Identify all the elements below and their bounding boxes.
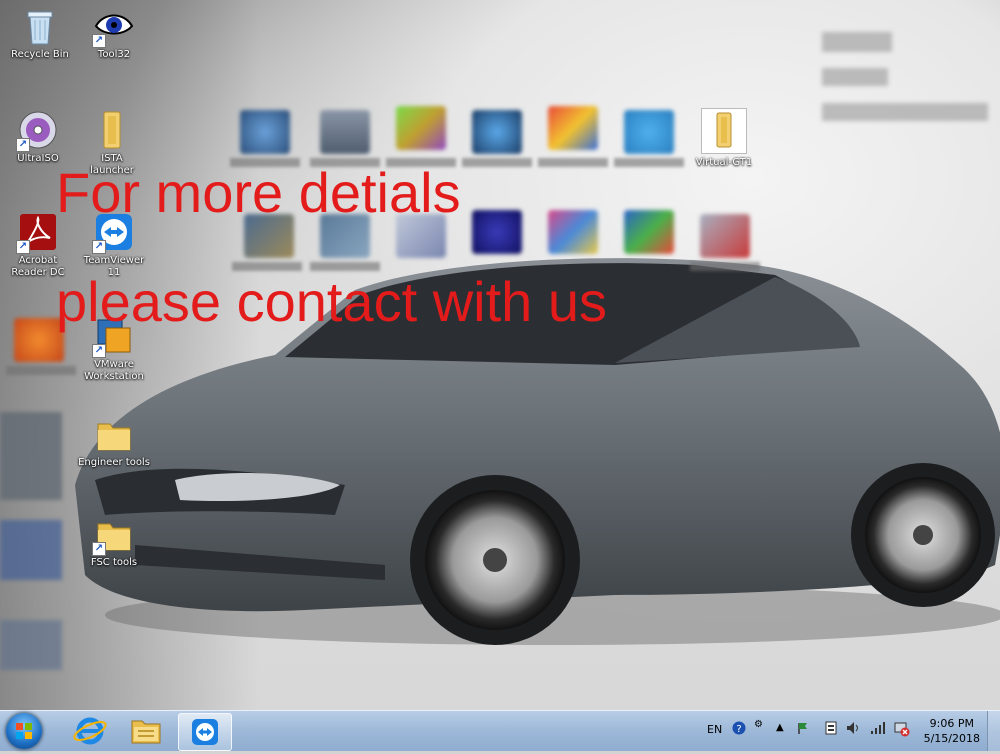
ultraiso-icon-item[interactable]: ↗ UltraISO xyxy=(2,110,74,165)
svg-text:?: ? xyxy=(736,724,741,735)
blurred-icon xyxy=(0,412,62,500)
virtual-gt1-icon-item[interactable]: Virtual-GT1 xyxy=(688,108,760,169)
blurred-icon xyxy=(472,210,522,254)
desktop: Recycle Bin ↗ Tool32 ↗ UltraISO ISTA lau… xyxy=(0,0,1000,710)
blurred-icon xyxy=(700,214,750,258)
volume-icon[interactable] xyxy=(846,721,862,738)
internet-explorer-icon xyxy=(73,717,107,745)
blurred-text xyxy=(822,32,892,52)
help-icon[interactable]: ? xyxy=(732,721,746,738)
blurred-text xyxy=(822,103,988,121)
settings-icon[interactable]: ⚙ xyxy=(754,719,763,730)
clock-time: 9:06 PM xyxy=(929,717,974,730)
watermark-line-1: For more detials xyxy=(56,161,461,224)
blurred-label xyxy=(614,158,684,167)
shortcut-arrow-icon: ↗ xyxy=(16,240,30,254)
vmware-label: VMware Workstation xyxy=(84,359,144,382)
shortcut-arrow-icon: ↗ xyxy=(92,34,106,48)
folder-icon: ↗ xyxy=(92,514,134,556)
blurred-icon xyxy=(472,110,522,154)
blurred-icon xyxy=(320,110,370,154)
blurred-text xyxy=(822,68,888,86)
blurred-icon xyxy=(0,520,62,580)
network-disconnected-icon[interactable] xyxy=(894,721,910,740)
taskbar-internet-explorer[interactable] xyxy=(64,713,116,749)
shortcut-arrow-icon: ↗ xyxy=(92,344,106,358)
acrobat-icon: ↗ xyxy=(16,212,58,254)
teamviewer-icon xyxy=(192,719,218,745)
taskbar-teamviewer[interactable] xyxy=(178,713,232,751)
blurred-icon xyxy=(548,106,598,150)
fsc-tools-icon-item[interactable]: ↗ FSC tools xyxy=(78,514,150,569)
taskbar: EN ? ⚙ ▲ 9:06 PM 5/15/2018 xyxy=(0,710,1000,751)
blurred-icon xyxy=(624,110,674,154)
clock[interactable]: 9:06 PM 5/15/2018 xyxy=(924,716,980,746)
shortcut-arrow-icon: ↗ xyxy=(16,138,30,152)
engineer-tools-icon-item[interactable]: Engineer tools xyxy=(78,414,150,469)
blurred-label xyxy=(6,366,76,375)
fsc-tools-label: FSC tools xyxy=(90,557,138,568)
virtual-gt1-label: Virtual-GT1 xyxy=(695,157,753,168)
eye-icon: ↗ xyxy=(92,6,134,48)
flag-icon[interactable] xyxy=(796,721,810,738)
blurred-icon xyxy=(240,110,290,154)
blurred-label xyxy=(690,262,760,271)
signal-icon[interactable] xyxy=(870,721,886,738)
blurred-icon xyxy=(624,210,674,254)
blurred-label xyxy=(538,158,608,167)
folder-icon xyxy=(131,720,161,744)
blurred-icon xyxy=(0,620,62,670)
shortcut-arrow-icon: ↗ xyxy=(92,240,106,254)
folder-icon xyxy=(94,414,134,454)
folder-icon xyxy=(92,110,132,150)
tool32-label: Tool32 xyxy=(97,49,131,60)
taskbar-file-explorer[interactable] xyxy=(120,713,172,749)
clock-date: 5/15/2018 xyxy=(923,732,980,745)
blurred-icon xyxy=(396,106,446,150)
watermark-line-2: please contact with us xyxy=(56,270,607,333)
file-icon xyxy=(701,108,747,154)
device-icon[interactable] xyxy=(824,721,838,738)
blurred-label xyxy=(462,158,532,167)
start-button[interactable] xyxy=(6,713,42,749)
blurred-icon xyxy=(548,210,598,254)
recycle-bin-icon-item[interactable]: Recycle Bin xyxy=(4,6,76,61)
windows-logo-icon xyxy=(16,723,32,739)
shortcut-arrow-icon: ↗ xyxy=(92,542,106,556)
disc-icon: ↗ xyxy=(16,110,58,152)
show-hidden-icons-icon[interactable]: ▲ xyxy=(776,722,784,733)
language-indicator[interactable]: EN xyxy=(707,723,722,736)
show-desktop-button[interactable] xyxy=(987,711,1000,751)
engineer-tools-label: Engineer tools xyxy=(78,457,150,468)
recycle-bin-icon xyxy=(20,6,60,46)
tool32-icon-item[interactable]: ↗ Tool32 xyxy=(78,6,150,61)
recycle-bin-label: Recycle Bin xyxy=(11,49,69,60)
